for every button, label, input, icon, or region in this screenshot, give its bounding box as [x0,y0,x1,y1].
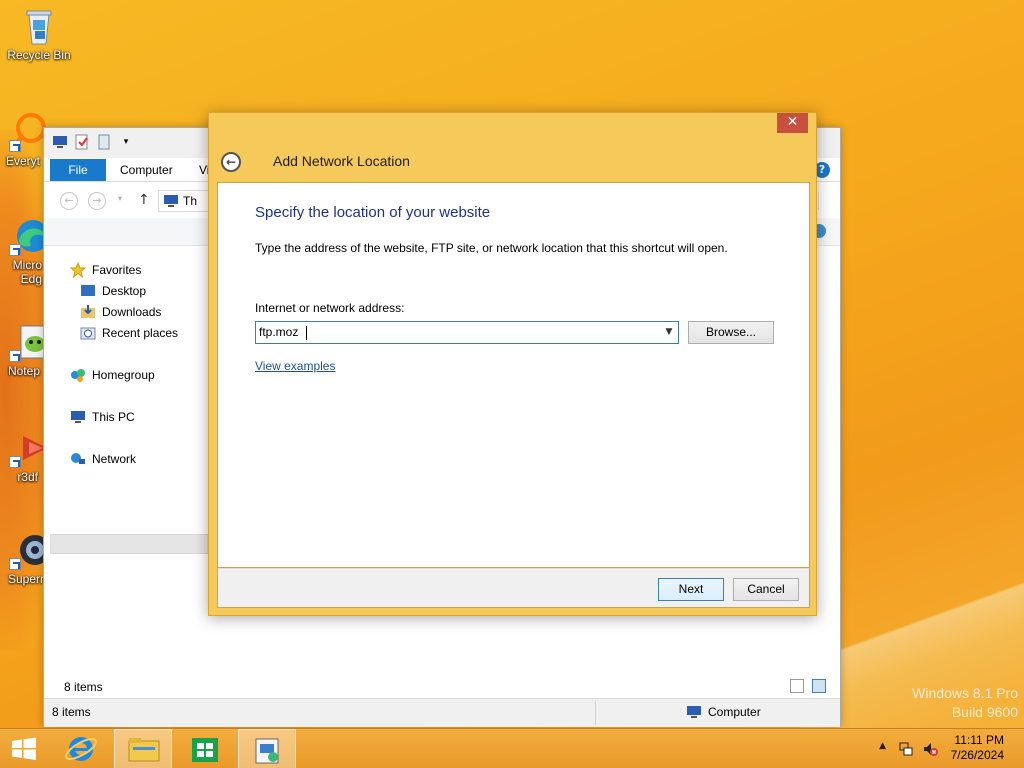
taskbar-file-explorer[interactable] [114,729,172,768]
recent-places-icon [80,325,96,341]
downloads-folder-icon [80,304,96,320]
rename-icon[interactable] [96,134,112,150]
shortcut-arrow-icon [9,456,21,468]
close-button[interactable]: ✕ [777,113,808,133]
desktop-icon-label: Recycle Bin [7,48,71,62]
close-icon: ✕ [786,114,799,130]
watermark-build: Build 9600 [951,704,1018,720]
recycle-bin-icon [19,6,59,46]
nav-label: Recent places [102,326,179,340]
network-tray-icon[interactable] [898,741,914,757]
file-explorer-folder-icon [128,738,160,762]
navigation-pane: Favorites Desktop Downloads Recent place… [44,256,209,696]
tab-computer[interactable]: Computer [120,159,173,181]
add-network-location-dialog: ✕ ← Add Network Location Specify the loc… [208,112,817,616]
dialog-description: Type the address of the website, FTP sit… [255,241,728,255]
shortcut-arrow-icon [9,558,21,570]
dialog-body: Specify the location of your website Typ… [217,182,810,568]
store-icon [192,738,218,762]
clock-time: 11:11 PM [954,733,1004,747]
computer-icon [686,704,702,723]
address-field-label: Internet or network address: [255,301,405,315]
back-arrow-icon[interactable]: ← [60,192,78,210]
back-arrow-icon: ← [225,155,237,169]
taskbar-clock[interactable]: 11:11 PM 7/26/2024 [951,733,1004,763]
windows-logo-icon [12,737,36,760]
dialog-footer: Next Cancel [217,568,810,608]
dialog-title: Add Network Location [273,153,410,169]
taskbar-store[interactable] [176,729,234,768]
watermark-edition: Windows 8.1 Pro [912,685,1018,701]
status-location: Computer [708,705,761,719]
address-text: Th [183,194,198,208]
item-count: 8 items [64,680,103,694]
clock-date: 7/26/2024 [950,748,1004,762]
address-bar-edge [818,192,828,210]
explorer-item-count-bar: 8 items [44,676,840,698]
properties-icon[interactable] [74,134,90,150]
homegroup-icon [70,367,86,383]
nav-item-favorites[interactable]: Favorites [69,260,142,280]
network-wizard-icon [255,738,279,764]
tab-file[interactable]: File [50,159,106,181]
network-icon [70,451,86,467]
browse-button[interactable]: Browse... [688,321,774,344]
shortcut-arrow-icon [9,350,21,362]
large-icons-view-icon[interactable] [812,679,826,693]
dialog-heading: Specify the location of your website [255,204,491,221]
explorer-status-bar: 8 items Computer [44,698,840,727]
forward-arrow-icon[interactable]: → [88,192,106,210]
nav-label: Network [92,452,137,466]
nav-label: Homegroup [92,368,155,382]
network-address-combobox[interactable]: ftp.moz ▼ [255,321,679,344]
taskbar-internet-explorer[interactable] [52,729,110,768]
back-button[interactable]: ← [221,152,241,172]
nav-item-homegroup[interactable]: Homegroup [70,365,155,385]
nav-item-recent-places[interactable]: Recent places [80,323,178,343]
shortcut-arrow-icon [9,140,21,152]
internet-explorer-icon [64,737,98,761]
text-caret [306,326,307,340]
nav-item-downloads[interactable]: Downloads [80,302,161,322]
nav-item-this-pc[interactable]: This PC [70,407,135,427]
shortcut-arrow-icon [9,244,21,256]
taskbar: ▲ 11:11 PM 7/26/2024 [0,728,1024,768]
nav-selection-highlight [50,534,208,554]
this-pc-icon [70,409,86,425]
status-item-count: 8 items [52,705,91,719]
nav-item-network[interactable]: Network [70,449,136,469]
view-examples-link[interactable]: View examples [255,359,335,373]
nav-label: Favorites [92,263,142,277]
volume-muted-icon[interactable] [922,741,938,757]
cancel-button[interactable]: Cancel [733,578,799,601]
computer-icon [52,134,68,150]
nav-item-desktop[interactable]: Desktop [80,281,146,301]
recent-locations-chevron-icon[interactable]: ▾ [118,194,122,203]
customize-qat-chevron-icon[interactable]: ▾ [118,134,134,150]
nav-label: Desktop [102,284,147,298]
show-hidden-icons-chevron-icon[interactable]: ▲ [879,741,886,751]
desktop-icon-recycle-bin[interactable]: Recycle Bin [4,6,74,62]
details-view-icon[interactable] [790,679,804,693]
this-pc-icon [163,193,179,215]
quick-access-toolbar: ▾ [52,134,134,150]
status-divider [595,701,596,725]
star-icon [69,261,87,279]
desktop-folder-icon [80,283,96,299]
next-button[interactable]: Next [658,578,724,601]
nav-label: This PC [92,410,135,424]
start-button[interactable] [0,729,48,768]
network-address-value: ftp.moz [259,325,299,339]
taskbar-network-location-wizard[interactable] [238,729,296,768]
up-arrow-icon[interactable]: ↑ [138,192,150,208]
nav-label: Downloads [102,305,162,319]
windows-build-watermark: Windows 8.1 Pro Build 9600 [912,684,1018,722]
chevron-down-icon[interactable]: ▼ [662,322,676,343]
